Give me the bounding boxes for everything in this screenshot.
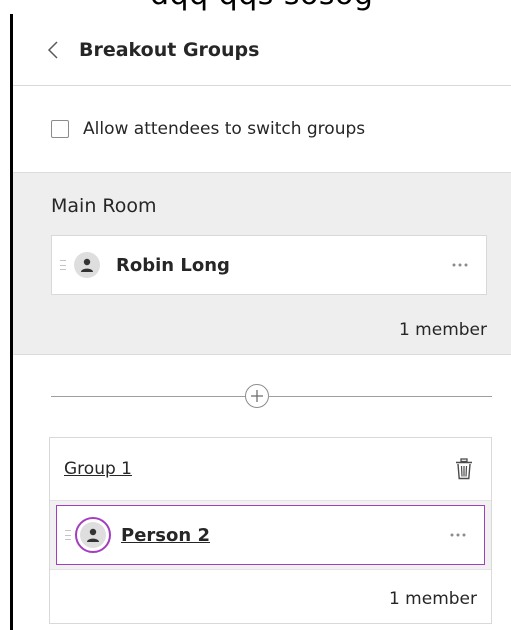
more-options-button[interactable] bbox=[452, 257, 468, 273]
main-room-title: Main Room bbox=[51, 195, 157, 217]
drag-handle-icon[interactable] bbox=[60, 260, 66, 270]
allow-switch-label[interactable]: Allow attendees to switch groups bbox=[83, 119, 365, 139]
avatar bbox=[74, 252, 100, 278]
group-card: Group 1 Person 2 1 member bbox=[49, 437, 492, 624]
page-title: Breakout Groups bbox=[79, 38, 260, 61]
allow-switch-row: Allow attendees to switch groups bbox=[13, 86, 511, 172]
panel-header: Breakout Groups bbox=[13, 14, 511, 86]
add-group-button[interactable] bbox=[245, 384, 269, 408]
plus-icon bbox=[251, 390, 263, 402]
cropped-banner-text: ɑqq qqs sosoɡ bbox=[150, 0, 373, 10]
drag-handle-icon[interactable] bbox=[65, 530, 71, 540]
member-name[interactable]: Person 2 bbox=[121, 525, 450, 546]
group-header: Group 1 bbox=[50, 438, 491, 500]
back-button[interactable] bbox=[47, 35, 73, 65]
breakout-groups-panel: Breakout Groups Allow attendees to switc… bbox=[10, 14, 511, 630]
group-member-card[interactable]: Person 2 bbox=[56, 505, 485, 565]
add-group-row bbox=[13, 355, 511, 439]
group-name[interactable]: Group 1 bbox=[64, 459, 453, 479]
main-room-member-count: 1 member bbox=[398, 320, 487, 340]
user-icon bbox=[87, 528, 99, 542]
group-member-list: Person 2 bbox=[50, 500, 491, 570]
main-room-section: Main Room Robin Long 1 member bbox=[13, 172, 511, 355]
allow-switch-checkbox[interactable] bbox=[51, 120, 69, 138]
trash-icon bbox=[456, 458, 472, 480]
chevron-left-icon bbox=[47, 40, 58, 59]
main-room-member-card[interactable]: Robin Long bbox=[51, 235, 487, 295]
divider-right bbox=[268, 396, 492, 397]
more-horizontal-icon bbox=[452, 263, 468, 267]
more-horizontal-icon bbox=[450, 533, 466, 537]
avatar-inner bbox=[80, 522, 106, 548]
more-options-button[interactable] bbox=[450, 527, 466, 543]
delete-group-button[interactable] bbox=[453, 457, 475, 481]
user-icon bbox=[81, 258, 93, 272]
divider-left bbox=[51, 396, 246, 397]
avatar bbox=[75, 517, 111, 553]
member-name: Robin Long bbox=[116, 254, 230, 276]
cropped-top-banner: ɑqq qqs sosoɡ bbox=[0, 0, 511, 14]
group-member-count: 1 member bbox=[388, 589, 477, 609]
